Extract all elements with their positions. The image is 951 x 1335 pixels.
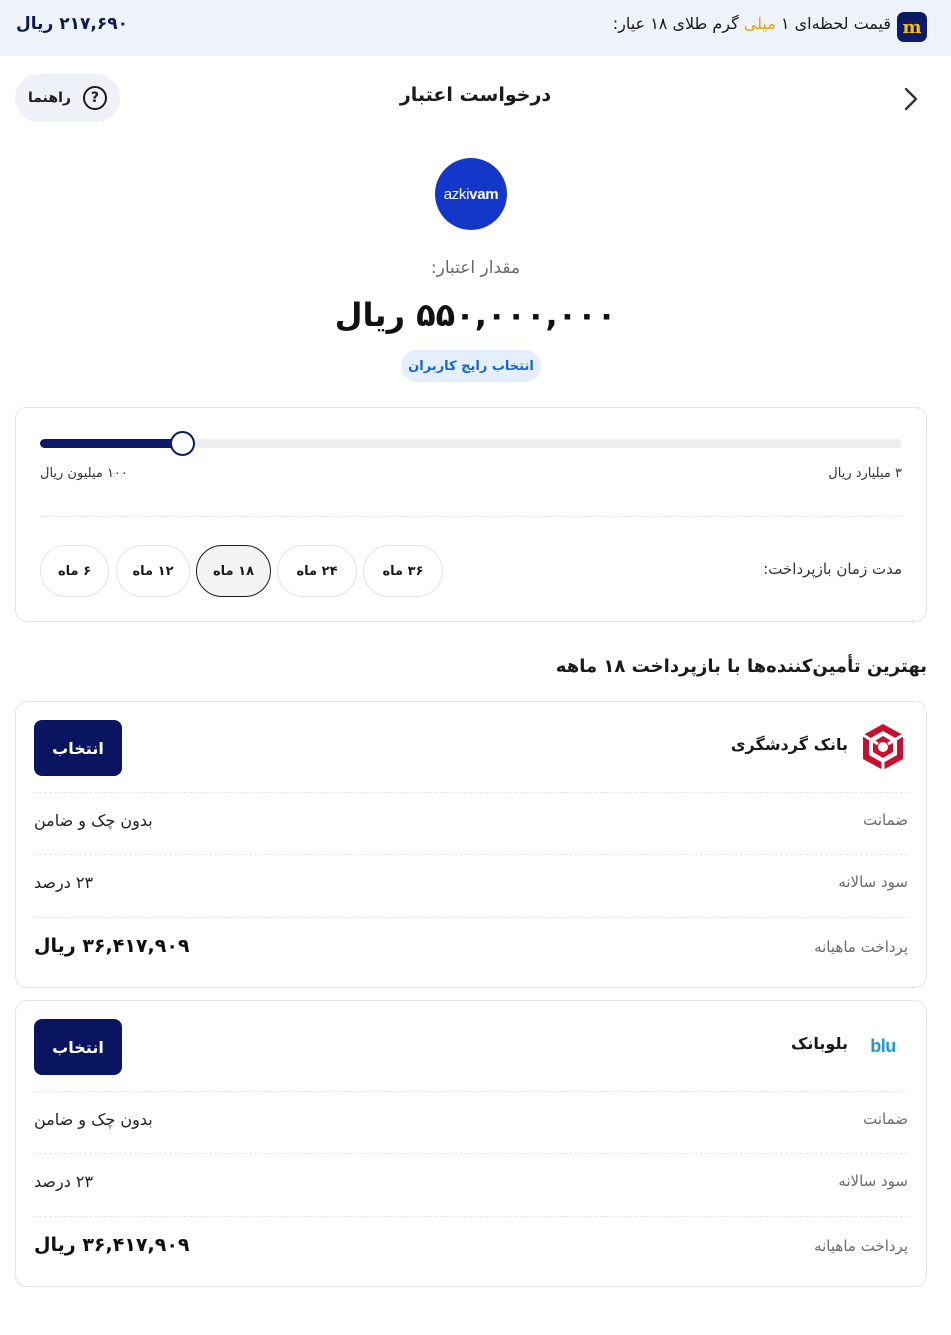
- credit-amount-slider[interactable]: [40, 431, 902, 456]
- provider-name: بلوبانک: [791, 1034, 848, 1053]
- slider-min-label: ۱۰۰ میلیون ریال: [40, 466, 128, 481]
- divider: [34, 1153, 908, 1154]
- term-option-6[interactable]: ۶ ماه: [40, 545, 109, 597]
- gold-price-bar: ۲۱۷,۶۹۰ ریال قیمت لحظه‌ای ۱ میلی گرم طلا…: [0, 0, 951, 56]
- guarantee-label: ضمانت: [863, 811, 908, 829]
- slider-max-label: ۳ میلیارد ریال: [828, 466, 902, 481]
- monthly-payment-label: پرداخت ماهیانه: [814, 938, 908, 956]
- divider: [34, 1091, 908, 1092]
- guide-label: راهنما: [28, 90, 71, 106]
- divider: [34, 792, 908, 793]
- blu-bank-logo-icon: blu: [858, 1021, 908, 1071]
- guide-button[interactable]: راهنما ?: [15, 74, 120, 122]
- gold-price-message: قیمت لحظه‌ای ۱ میلی گرم طلای ۱۸ عیار:: [613, 14, 891, 33]
- repayment-term-label: مدت زمان بازپرداخت:: [763, 560, 902, 578]
- divider: [34, 1216, 908, 1217]
- provider-name: بانک گردشگری: [730, 735, 848, 754]
- annual-interest-label: سود سالانه: [838, 1172, 908, 1190]
- slider-thumb[interactable]: [170, 431, 196, 456]
- gold-price-suffix: گرم طلای ۱۸ عیار:: [612, 14, 744, 33]
- azkivam-logo-bold: vam: [469, 185, 499, 203]
- page-header: درخواست اعتبار راهنما ?: [0, 56, 951, 142]
- credit-amount-value: ۵۵۰,۰۰۰,۰۰۰ ریال: [334, 296, 617, 334]
- select-provider-button[interactable]: انتخاب: [34, 720, 122, 776]
- divider: [34, 854, 908, 855]
- select-provider-button[interactable]: انتخاب: [34, 1019, 122, 1075]
- guarantee-value: بدون چک و ضامن: [34, 1110, 153, 1129]
- gold-price-prefix: قیمت لحظه‌ای ۱: [775, 14, 891, 33]
- provider-card-tourism-bank: انتخاب بانک گردشگری ضمانت بدون چک و ضامن…: [15, 701, 927, 988]
- popular-choice-badge: انتخاب رایج کاربران: [401, 350, 541, 382]
- divider: [34, 917, 908, 918]
- blu-logo-text: blu: [870, 1035, 896, 1056]
- credit-options-card: ۱۰۰ میلیون ریال ۳ میلیارد ریال مدت زمان …: [15, 407, 927, 622]
- tourism-bank-logo-icon: [858, 722, 908, 772]
- gold-price-accent: میلی: [743, 14, 776, 33]
- annual-interest-label: سود سالانه: [838, 873, 908, 891]
- term-option-24[interactable]: ۲۴ ماه: [277, 545, 357, 597]
- term-option-18[interactable]: ۱۸ ماه: [196, 545, 271, 597]
- term-option-36[interactable]: ۳۶ ماه: [363, 545, 443, 597]
- annual-interest-value: ۲۳ درصد: [34, 1172, 94, 1191]
- page-title: درخواست اعتبار: [399, 84, 552, 106]
- slider-fill: [40, 439, 183, 448]
- gold-price-value: ۲۱۷,۶۹۰ ریال: [16, 14, 128, 34]
- help-icon: ?: [82, 86, 107, 110]
- monthly-payment-value: ۳۶,۴۱۷,۹۰۹ ریال: [34, 935, 190, 957]
- milli-logo-icon[interactable]: m: [897, 12, 927, 42]
- annual-interest-value: ۲۳ درصد: [34, 873, 94, 892]
- guarantee-label: ضمانت: [863, 1110, 908, 1128]
- provider-card-blu-bank: انتخاب blu بلوبانک ضمانت بدون چک و ضامن …: [15, 1000, 927, 1287]
- monthly-payment-value: ۳۶,۴۱۷,۹۰۹ ریال: [34, 1234, 190, 1256]
- azkivam-logo: azki vam: [435, 158, 507, 230]
- monthly-payment-label: پرداخت ماهیانه: [814, 1237, 908, 1255]
- providers-section-title: بهترین تأمین‌کننده‌ها با بازپرداخت ۱۸ ما…: [555, 656, 927, 677]
- guarantee-value: بدون چک و ضامن: [34, 811, 153, 830]
- azkivam-logo-light: azki: [443, 185, 470, 203]
- term-option-12[interactable]: ۱۲ ماه: [116, 545, 190, 597]
- divider: [40, 516, 902, 517]
- credit-amount-label: مقدار اعتبار:: [430, 258, 521, 278]
